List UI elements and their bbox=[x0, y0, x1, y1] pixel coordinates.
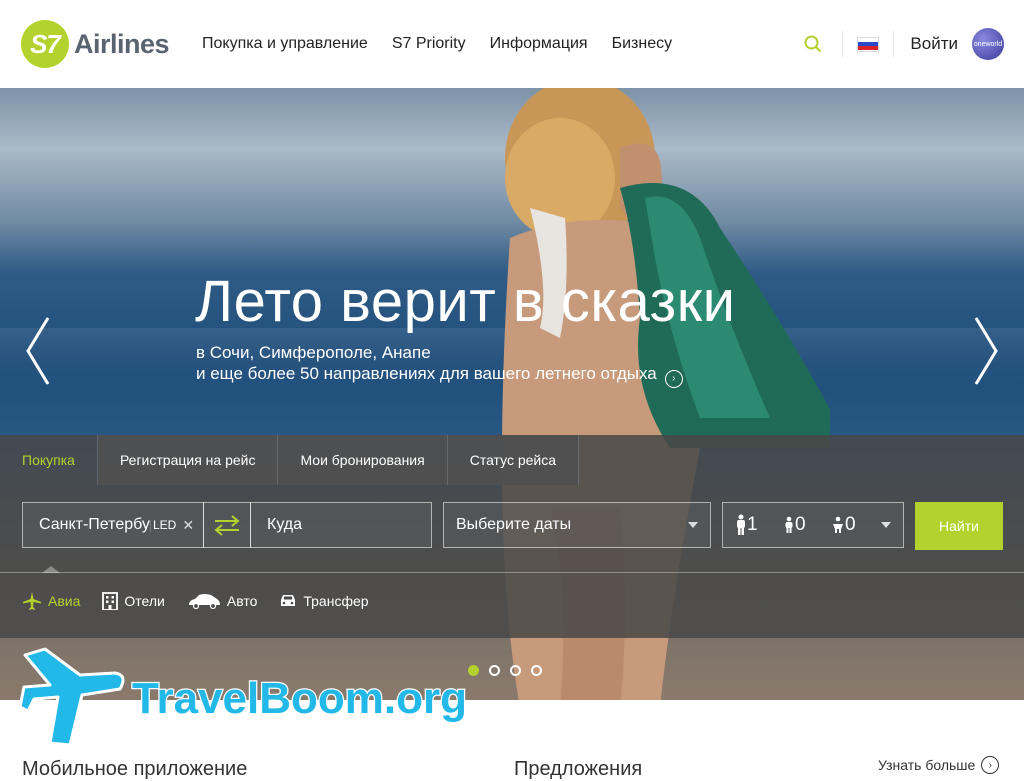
oneworld-logo[interactable]: oneworld bbox=[972, 28, 1004, 60]
service-transfer[interactable]: Трансфер bbox=[279, 593, 369, 609]
divider bbox=[842, 31, 844, 57]
nav-item-priority[interactable]: S7 Priority bbox=[392, 35, 466, 53]
clear-icon[interactable]: ✕ bbox=[182, 517, 194, 534]
chevron-down-icon bbox=[881, 522, 891, 528]
booking-tabs: Покупка Регистрация на рейс Мои брониров… bbox=[0, 435, 580, 485]
watermark-text: TravelBoom.org bbox=[132, 674, 467, 723]
arrow-right-circle-icon[interactable]: › bbox=[664, 369, 683, 388]
s7-logo[interactable]: S7 Airlines bbox=[21, 20, 170, 68]
service-hotels[interactable]: Отели bbox=[102, 592, 165, 610]
slider-dot-3[interactable] bbox=[510, 665, 521, 676]
from-code: LED bbox=[153, 518, 177, 532]
find-button[interactable]: Найти bbox=[915, 502, 1003, 550]
chevron-down-icon bbox=[688, 522, 698, 528]
hero-subtitle: в Сочи, Симферополе, Анапе и еще более 5… bbox=[196, 342, 683, 388]
children-count: 0 bbox=[795, 514, 806, 535]
transfer-car-icon bbox=[281, 595, 296, 606]
airplane-icon bbox=[23, 592, 41, 610]
infants-count: 0 bbox=[845, 514, 856, 535]
nav-item-info[interactable]: Информация bbox=[490, 35, 588, 53]
hero-title: Лето верит в сказки bbox=[195, 269, 736, 334]
adults-count: 1 bbox=[747, 514, 758, 535]
divider bbox=[893, 31, 895, 57]
tab-checkin[interactable]: Регистрация на рейс bbox=[97, 435, 279, 485]
travelboom-watermark-logo: TravelBoom.org bbox=[20, 647, 468, 747]
hero-subtitle-line1: в Сочи, Симферополе, Анапе bbox=[196, 343, 431, 362]
service-car[interactable]: Авто bbox=[187, 593, 258, 609]
hero-subtitle-line2: и еще более 50 направлениях для вашего л… bbox=[196, 364, 657, 383]
to-field[interactable]: Куда bbox=[250, 502, 432, 548]
service-air[interactable]: Авиа bbox=[22, 591, 80, 611]
car-icon bbox=[188, 594, 220, 609]
from-value: Санкт-Петербург bbox=[39, 516, 151, 533]
tab-purchase[interactable]: Покупка bbox=[0, 435, 98, 485]
service-car-label: Авто bbox=[226, 593, 258, 609]
adult-icon bbox=[737, 514, 745, 535]
tab-flight-status[interactable]: Статус рейса bbox=[447, 435, 580, 485]
logo-mark: S7 bbox=[21, 20, 69, 68]
passengers-field[interactable]: 1 0 0 bbox=[722, 502, 904, 548]
tab-my-bookings[interactable]: Мои бронирования bbox=[278, 435, 448, 485]
hero-more-link[interactable]: и еще более 50 направлениях для вашего л… bbox=[196, 363, 683, 388]
slider-dot-2[interactable] bbox=[489, 665, 500, 676]
hero-banner: Лето верит в сказки в Сочи, Симферополе,… bbox=[0, 88, 1024, 700]
divider bbox=[0, 572, 1024, 573]
slider-prev-arrow-icon[interactable] bbox=[24, 316, 54, 386]
offers-heading: Предложения bbox=[514, 758, 643, 780]
site-header: S7 Airlines Покупка и управление S7 Prio… bbox=[0, 0, 1024, 89]
learn-more-label: Узнать больше bbox=[878, 757, 976, 773]
swap-icon bbox=[214, 515, 240, 536]
service-hotels-label: Отели bbox=[124, 593, 165, 609]
arrow-right-circle-icon: › bbox=[981, 756, 1000, 774]
nav-item-purchase[interactable]: Покупка и управление bbox=[202, 35, 368, 53]
search-icon[interactable] bbox=[802, 33, 824, 55]
booking-panel: Покупка Регистрация на рейс Мои брониров… bbox=[0, 435, 1024, 638]
service-tabs: Авиа Отели Авто Трансфер bbox=[22, 579, 391, 623]
learn-more-link[interactable]: Узнать больше › bbox=[878, 756, 1000, 774]
dates-field[interactable]: Выберите даты bbox=[443, 502, 711, 548]
nav-item-business[interactable]: Бизнесу bbox=[612, 35, 673, 53]
building-icon bbox=[102, 592, 119, 610]
slider-dot-4[interactable] bbox=[531, 665, 542, 676]
main-nav: Покупка и управление S7 Priority Информа… bbox=[202, 0, 696, 88]
russia-flag-icon[interactable] bbox=[857, 36, 880, 52]
service-air-label: Авиа bbox=[48, 593, 81, 609]
from-field[interactable]: Санкт-Петербург LED ✕ bbox=[22, 502, 204, 548]
swap-button[interactable] bbox=[203, 502, 251, 548]
slider-dots bbox=[468, 665, 552, 676]
logo-text: Airlines bbox=[74, 28, 170, 59]
mobile-app-heading: Мобильное приложение bbox=[22, 758, 248, 780]
login-link[interactable]: Войти bbox=[910, 34, 958, 54]
dates-placeholder: Выберите даты bbox=[456, 516, 572, 533]
to-placeholder: Куда bbox=[267, 516, 303, 533]
infant-icon bbox=[833, 516, 843, 533]
child-icon bbox=[785, 516, 793, 533]
service-transfer-label: Трансфер bbox=[303, 593, 369, 609]
slider-next-arrow-icon[interactable] bbox=[970, 316, 1000, 386]
